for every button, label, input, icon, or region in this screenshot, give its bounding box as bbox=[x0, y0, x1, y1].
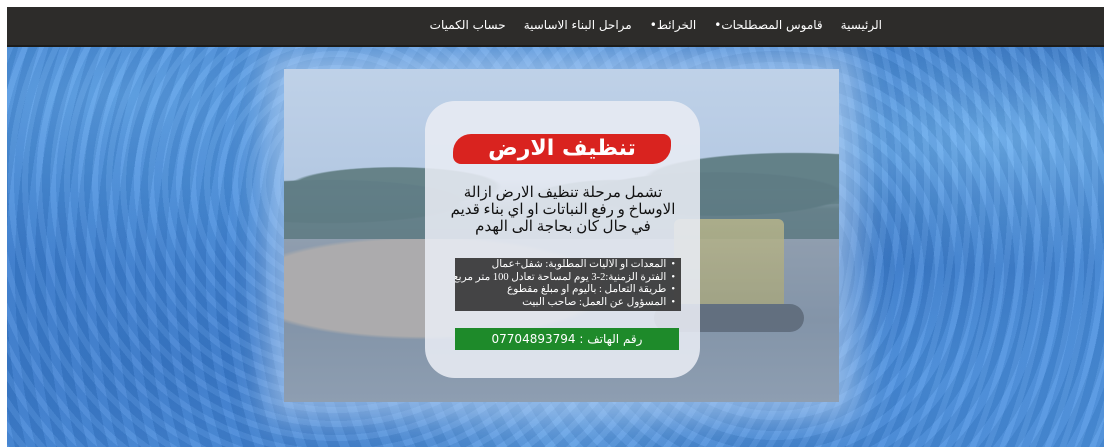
nav-item-construction-stages[interactable]: مراحل البناء الاساسية bbox=[524, 18, 632, 32]
detail-duration: الفترة الزمنية:2-3 يوم لمساحة تعادل 100 … bbox=[455, 272, 681, 285]
nav-item-maps[interactable]: •الخرائط bbox=[650, 18, 697, 32]
info-card: تنظيف الارض تشمل مرحلة تنظيف الارض ازالة… bbox=[425, 101, 700, 378]
page-background: الرئيسية •قاموس المصطلحات •الخرائط مراحل… bbox=[7, 7, 1104, 447]
details-list: المعدات او الاليات المطلوبة: شفل+عمال ال… bbox=[455, 258, 681, 311]
detail-equipment: المعدات او الاليات المطلوبة: شفل+عمال bbox=[455, 259, 681, 272]
card-description: تشمل مرحلة تنظيف الارض ازالة الاوساخ و ر… bbox=[450, 185, 676, 235]
nav-item-home[interactable]: الرئيسية bbox=[841, 18, 882, 32]
nav-item-quantity-calculator[interactable]: حساب الكميات bbox=[430, 18, 506, 32]
nav-item-glossary[interactable]: •قاموس المصطلحات bbox=[714, 18, 822, 32]
card-title: تنظيف الارض bbox=[453, 134, 671, 164]
nav-menu: الرئيسية •قاموس المصطلحات •الخرائط مراحل… bbox=[430, 18, 882, 32]
detail-payment-method: طريقة التعامل : باليوم او مبلغ مقطوع bbox=[455, 284, 681, 297]
detail-responsible: المسؤول عن العمل: صاحب البيت bbox=[455, 297, 681, 310]
top-navbar: الرئيسية •قاموس المصطلحات •الخرائط مراحل… bbox=[7, 7, 1104, 47]
phone-number-bar[interactable]: رقم الهاتف : 07704893794 bbox=[455, 328, 679, 350]
